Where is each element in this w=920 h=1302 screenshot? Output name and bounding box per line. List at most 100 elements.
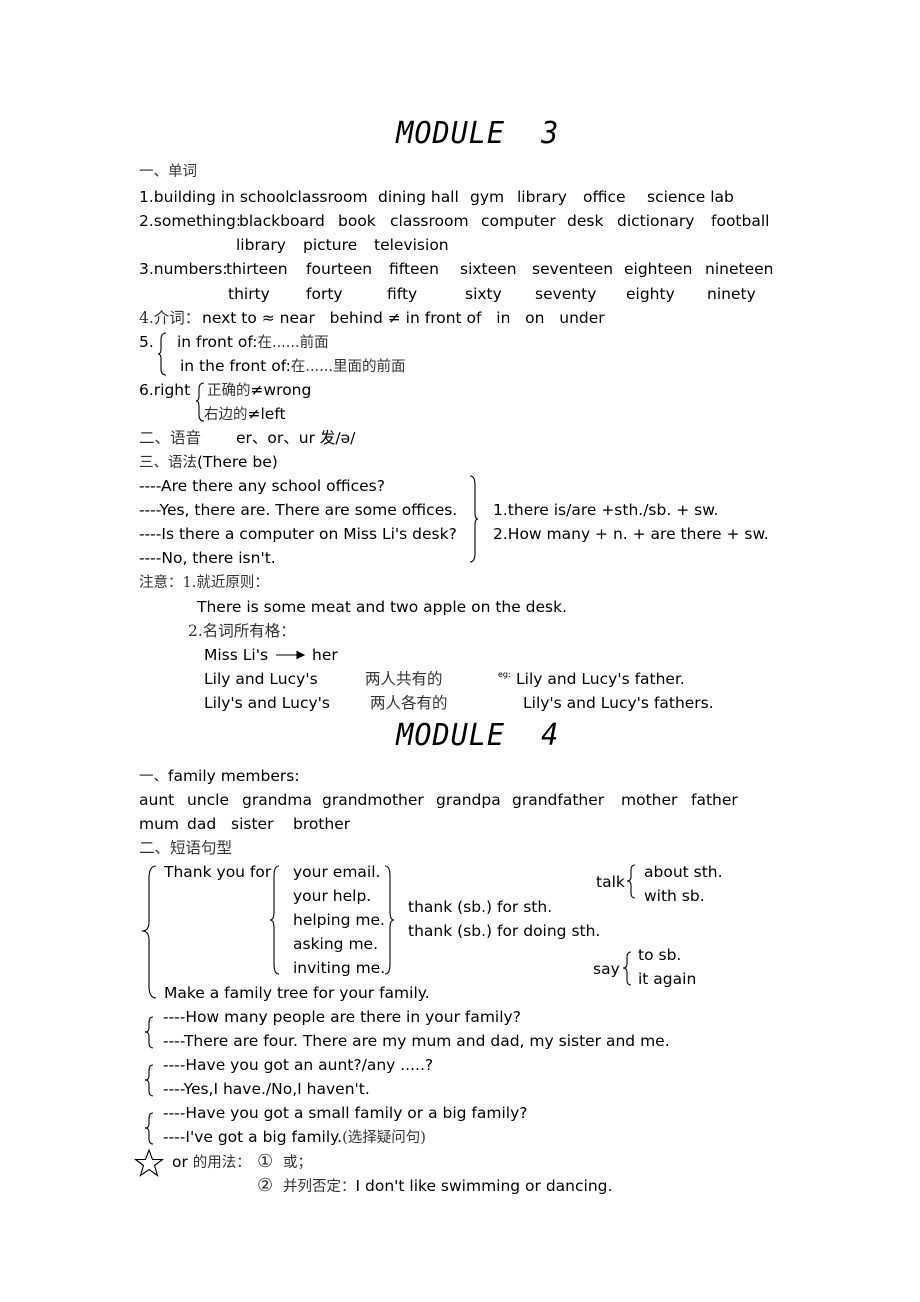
item6-en: ≠left — [247, 405, 286, 423]
family-heading-text: family members: — [168, 767, 300, 785]
family-word: uncle — [187, 791, 230, 809]
item6-line: 右边的≠left — [204, 404, 286, 425]
thank-object: inviting me. — [293, 959, 386, 977]
family-word: dad — [187, 815, 217, 833]
vocab-word: thirteen — [226, 260, 288, 278]
or-usage-title: 的用法： — [192, 1155, 251, 1171]
vocab-word: classroom — [390, 212, 469, 230]
dialogue-line: ----Yes, there are. There are some offic… — [139, 501, 458, 519]
possessive-form: Lily and Lucy's — [204, 670, 318, 688]
grammar-pattern: 2.How many + n. + are there + sw. — [493, 525, 769, 543]
vocab-word: sixteen — [460, 260, 517, 278]
dialogue-note: (选择疑问句) — [342, 1130, 426, 1146]
eg-label: eg: — [498, 670, 511, 679]
family-word: sister — [231, 815, 274, 833]
or-label: or — [172, 1153, 188, 1171]
talk-item: about sth. — [644, 863, 723, 881]
right-brace — [469, 475, 479, 563]
note-prefix: 注意： — [139, 575, 183, 591]
vocab-word: dictionary — [617, 212, 695, 230]
thank-object: your help. — [293, 887, 372, 905]
left-brace — [144, 1064, 154, 1097]
or-usage-en: I don't like swimming or dancing. — [355, 1177, 613, 1195]
family-tree-sentence: Make a family tree for your family. — [164, 984, 430, 1002]
vocab-word: football — [711, 212, 770, 230]
or-usage-cn: 并列否定： — [283, 1179, 356, 1195]
vocab-word: television — [374, 236, 449, 254]
left-brace — [157, 332, 167, 376]
family-word: brother — [293, 815, 351, 833]
vocab-word: library — [236, 236, 286, 254]
possessive-meaning: 两人各有的 — [370, 694, 448, 712]
left-brace — [144, 1016, 154, 1049]
vocab-word: book — [338, 212, 376, 230]
vocab-word: fifty — [387, 285, 418, 303]
family-word: grandpa — [436, 791, 501, 809]
vocab-word: dining hall — [378, 188, 459, 206]
left-brace — [626, 864, 636, 899]
or-usage-item: ② 并列否定：I don't like swimming or dancing. — [257, 1176, 612, 1197]
dialogue-line: ----Have you got a small family or a big… — [163, 1104, 528, 1122]
possessive-example: Lily and Lucy's father. — [516, 670, 685, 688]
possessive-form: Lily's and Lucy's — [204, 694, 330, 712]
talk-label: talk — [596, 873, 625, 891]
dialogue-line: ----No, there isn't. — [139, 549, 276, 567]
item5-line: in the front of:在......里面的前面 — [180, 356, 406, 377]
star-icon — [133, 1148, 165, 1177]
or-usage-num: ② — [257, 1175, 274, 1196]
vocab-label: 3.numbers: — [139, 260, 228, 278]
vocab-heading: 一、单词 — [139, 164, 197, 180]
vocab-word: eighty — [626, 285, 675, 303]
item5-label: 5. — [139, 333, 154, 351]
item5-en: in front of: — [177, 333, 258, 351]
vocab-word: classroom — [289, 188, 368, 206]
item5-cn: 在......前面 — [257, 335, 329, 351]
dialogue-line: ----Have you got an aunt?/any .....? — [163, 1056, 434, 1074]
thank-object: helping me. — [293, 911, 385, 929]
family-word: grandma — [242, 791, 312, 809]
dialogue-line: ----How many people are there in your fa… — [163, 1008, 521, 1026]
family-heading: 一、family members: — [139, 766, 300, 787]
or-usage-num: ① — [257, 1151, 274, 1172]
say-item: it again — [638, 970, 697, 988]
prep-prefix: 4.介词： — [139, 309, 201, 327]
vocab-word: sixty — [465, 285, 502, 303]
or-usage-cn: 或； — [283, 1155, 312, 1171]
right-brace — [384, 865, 395, 975]
thank-object: your email. — [293, 863, 381, 881]
item5-line: in front of:在......前面 — [177, 332, 329, 353]
family-word: mother — [621, 791, 678, 809]
vocab-word: blackboard — [239, 212, 325, 230]
vocab-word: picture — [303, 236, 358, 254]
or-usage-item: ① 或； — [257, 1152, 312, 1173]
grammar-heading: 三、语法(There be) — [139, 452, 278, 473]
note-heading: 注意：1.就近原则： — [139, 572, 269, 593]
possessive-example: Lily's and Lucy's fathers. — [523, 694, 714, 712]
family-word: grandfather — [512, 791, 605, 809]
grammar-prefix: 三、语法 — [139, 455, 197, 471]
item6-en: ≠wrong — [250, 381, 312, 399]
vocab-label: 2.something: — [139, 212, 242, 230]
vocab-word: gym — [470, 188, 505, 206]
or-usage-heading: or 的用法： — [172, 1152, 251, 1173]
prep-text: next to ≈ near behind ≠ in front of in o… — [202, 309, 605, 327]
arrow-right-icon — [276, 650, 306, 660]
vocab-word: seventeen — [532, 260, 614, 278]
vocab-word: desk — [567, 212, 604, 230]
thank-pattern: thank (sb.) for doing sth. — [408, 922, 601, 940]
note1-label: 1.就近原则： — [182, 575, 269, 591]
item6-cn: 正确的 — [207, 383, 251, 399]
possessive-from: Miss Li's — [204, 646, 269, 664]
vocab-word: seventy — [535, 285, 597, 303]
module4-title: MODULE 4 — [396, 718, 560, 753]
vocab-word: nineteen — [705, 260, 774, 278]
family-prefix: 一、 — [139, 769, 168, 785]
thank-object: asking me. — [293, 935, 379, 953]
vocab-word: library — [517, 188, 567, 206]
vocab-word: office — [583, 188, 626, 206]
dialogue-line: ----There are four. There are my mum and… — [163, 1032, 670, 1050]
item6-label: 6.right — [139, 381, 191, 399]
phonics-heading: 二、语音 — [139, 429, 202, 447]
family-word: father — [691, 791, 738, 809]
vocab-word: science lab — [647, 188, 734, 206]
